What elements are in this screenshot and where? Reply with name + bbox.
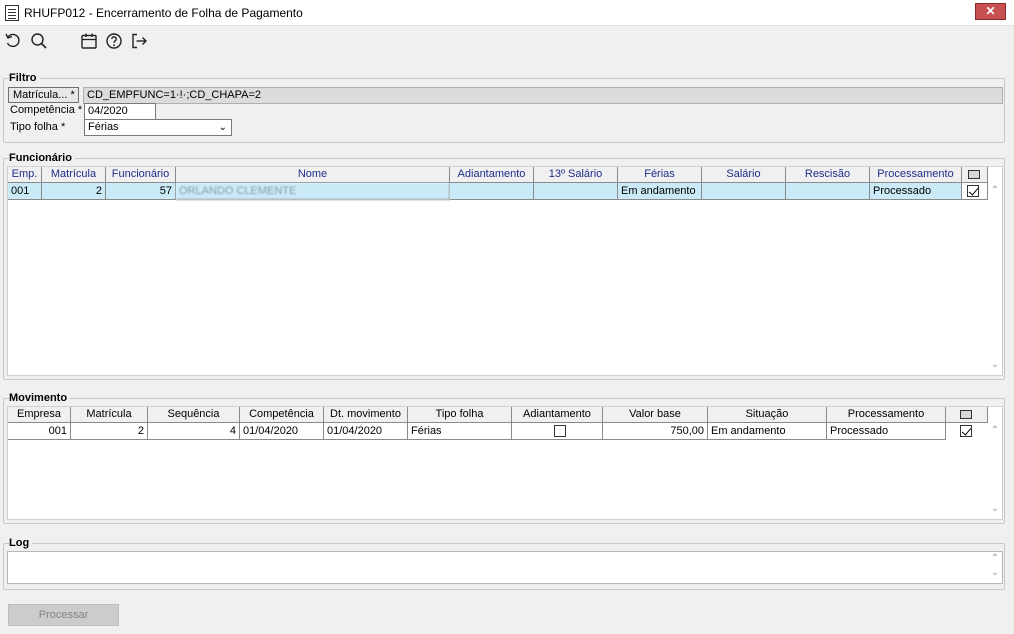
cell-select[interactable] xyxy=(946,423,988,440)
cell-competencia[interactable]: 01/04/2020 xyxy=(240,423,324,440)
cell-processamento[interactable]: Processado xyxy=(870,183,962,200)
col-header-rescisao[interactable]: Rescisão xyxy=(786,167,870,183)
cell-emp[interactable]: 001 xyxy=(8,183,42,200)
col-header-adiantamento[interactable]: Adiantamento xyxy=(512,407,603,423)
col-header-13-salario[interactable]: 13º Salário xyxy=(534,167,618,183)
col-header-matricula[interactable]: Matrícula xyxy=(71,407,148,423)
col-header-dt-movimento[interactable]: Dt. movimento xyxy=(324,407,408,423)
col-header-competencia[interactable]: Competência xyxy=(240,407,324,423)
cell-valor-base[interactable]: 750,00 xyxy=(603,423,708,440)
col-header-processamento[interactable]: Processamento xyxy=(827,407,946,423)
cell-ferias[interactable]: Em andamento xyxy=(618,183,702,200)
col-header-select-all[interactable] xyxy=(962,167,988,183)
col-header-salario[interactable]: Salário xyxy=(702,167,786,183)
row-checkbox[interactable] xyxy=(967,185,979,197)
scroll-up-icon[interactable]: ⌃ xyxy=(988,425,1002,436)
tipo-folha-label: Tipo folha * xyxy=(10,121,66,133)
cell-tipo-folha[interactable]: Férias xyxy=(408,423,512,440)
movimento-scrollbar[interactable]: ⌃ ⌄ xyxy=(988,423,1002,519)
log-textarea[interactable] xyxy=(7,551,1003,584)
scroll-down-icon[interactable]: ⌄ xyxy=(988,359,1002,370)
cell-sequencia[interactable]: 4 xyxy=(148,423,240,440)
cell-select[interactable] xyxy=(962,183,988,200)
cell-13-salario[interactable] xyxy=(534,183,618,200)
log-title: Log xyxy=(9,537,33,549)
funcionario-title: Funcionário xyxy=(9,152,75,164)
col-header-sequencia[interactable]: Sequência xyxy=(148,407,240,423)
scroll-down-icon[interactable]: ⌄ xyxy=(988,503,1002,514)
cell-adiantamento[interactable] xyxy=(512,423,603,440)
col-header-adiantamento[interactable]: Adiantamento xyxy=(450,167,534,183)
tipo-folha-value: Férias xyxy=(88,121,119,133)
filtro-title: Filtro xyxy=(9,72,40,84)
competencia-input[interactable]: 04/2020 xyxy=(84,103,156,120)
col-header-tipo-folha[interactable]: Tipo folha xyxy=(408,407,512,423)
matricula-button[interactable]: Matrícula... * xyxy=(8,87,79,103)
select-all-box[interactable] xyxy=(960,410,972,419)
movimento-title: Movimento xyxy=(9,392,71,404)
funcionario-grid: Emp. Matrícula Funcionário Nome Adiantam… xyxy=(7,166,1003,376)
chevron-down-icon: ⌄ xyxy=(218,122,227,133)
scroll-up-icon[interactable]: ⌃ xyxy=(988,553,1002,564)
scroll-down-icon[interactable]: ⌄ xyxy=(988,567,1002,578)
cell-salario[interactable] xyxy=(702,183,786,200)
processar-button[interactable]: Processar xyxy=(8,604,119,626)
col-header-matricula[interactable]: Matrícula xyxy=(42,167,106,183)
cell-dt-movimento[interactable]: 01/04/2020 xyxy=(324,423,408,440)
cell-matricula[interactable]: 2 xyxy=(42,183,106,200)
tipo-folha-select[interactable]: Férias ⌄ xyxy=(84,119,232,136)
col-header-situacao[interactable]: Situação xyxy=(708,407,827,423)
adiantamento-checkbox[interactable] xyxy=(554,425,566,437)
col-header-empresa[interactable]: Empresa xyxy=(8,407,71,423)
competencia-label: Competência * xyxy=(10,104,83,116)
cell-matricula[interactable]: 2 xyxy=(71,423,148,440)
col-header-select-all[interactable] xyxy=(946,407,988,423)
cell-empresa[interactable]: 001 xyxy=(8,423,71,440)
funcionario-scrollbar[interactable]: ⌃ ⌄ xyxy=(988,183,1002,375)
cell-situacao[interactable]: Em andamento xyxy=(708,423,827,440)
col-header-ferias[interactable]: Férias xyxy=(618,167,702,183)
col-header-nome[interactable]: Nome xyxy=(176,167,450,183)
exit-icon[interactable] xyxy=(130,32,148,50)
col-header-funcionario[interactable]: Funcionário xyxy=(106,167,176,183)
cell-adiantamento[interactable] xyxy=(450,183,534,200)
col-header-processamento[interactable]: Processamento xyxy=(870,167,962,183)
close-button[interactable]: ✕ xyxy=(975,3,1006,20)
log-scrollbar[interactable]: ⌃ ⌄ xyxy=(988,553,1002,583)
movimento-grid: Empresa Matrícula Sequência Competência … xyxy=(7,406,1003,520)
cell-processamento[interactable]: Processado xyxy=(827,423,946,440)
help-icon[interactable] xyxy=(105,32,123,50)
matricula-filter-field: CD_EMPFUNC=1·!·;CD_CHAPA=2 xyxy=(83,87,1003,104)
col-header-emp[interactable]: Emp. xyxy=(8,167,42,183)
search-icon[interactable] xyxy=(30,32,48,50)
window-title: RHUFP012 - Encerramento de Folha de Paga… xyxy=(24,6,303,20)
scroll-up-icon[interactable]: ⌃ xyxy=(988,185,1002,196)
cell-nome[interactable]: ORLANDO CLEMENTE xyxy=(176,183,450,200)
cell-rescisao[interactable] xyxy=(786,183,870,200)
title-bar: RHUFP012 - Encerramento de Folha de Paga… xyxy=(0,0,1014,26)
toolbar xyxy=(0,27,1014,55)
undo-icon[interactable] xyxy=(4,32,22,50)
calendar-icon[interactable] xyxy=(80,32,98,50)
col-header-valor-base[interactable]: Valor base xyxy=(603,407,708,423)
select-all-box[interactable] xyxy=(968,170,980,179)
row-checkbox[interactable] xyxy=(960,425,972,437)
cell-funcionario[interactable]: 57 xyxy=(106,183,176,200)
app-icon xyxy=(5,5,19,21)
